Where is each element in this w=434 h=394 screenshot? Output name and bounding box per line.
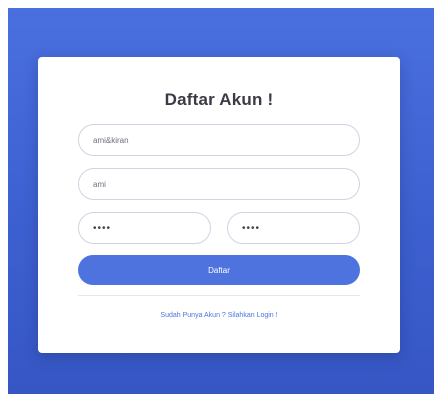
name-input[interactable] <box>78 168 360 200</box>
password-input[interactable] <box>78 212 211 244</box>
login-link[interactable]: Sudah Punya Akun ? Silahkan Login ! <box>38 312 400 319</box>
repeat-password-input[interactable] <box>227 212 360 244</box>
divider <box>78 295 360 296</box>
register-card: Daftar Akun ! Daftar Sudah Punya Akun ? … <box>38 57 400 353</box>
page-title: Daftar Akun ! <box>164 90 274 109</box>
username-input[interactable] <box>78 124 360 156</box>
register-button[interactable]: Daftar <box>78 255 360 285</box>
